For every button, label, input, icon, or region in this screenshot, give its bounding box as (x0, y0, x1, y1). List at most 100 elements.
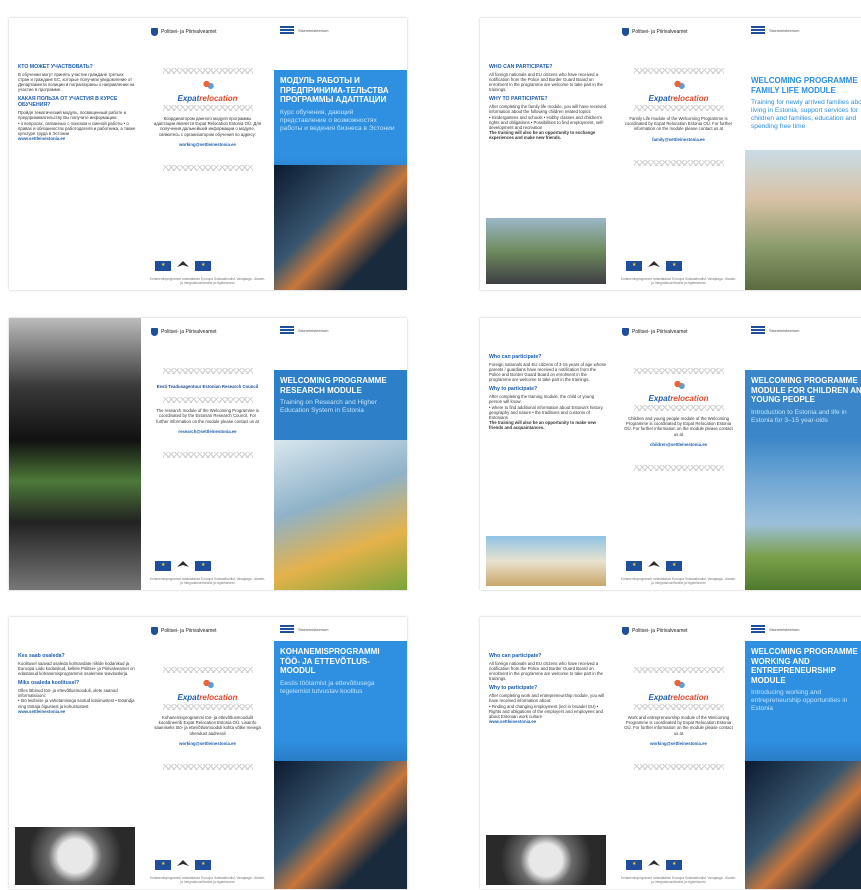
funding-logos (155, 261, 211, 271)
expat-logo-text: Expatrelocation (153, 94, 262, 103)
eu-flag-icon (666, 261, 682, 271)
cover-hero: WELCOMING PROGRAMME FAMILY LIFE MODULE T… (745, 70, 861, 290)
brochure-sheet-en-work: Who can participate? All foreign nationa… (480, 617, 861, 889)
pattern-divider (162, 764, 253, 771)
left-panel: КТО МОЖЕТ УЧАСТВОВАТЬ? В обучении могут … (9, 18, 141, 290)
contact-email-link[interactable]: working@settleinestonia.ee (179, 142, 236, 147)
ministry-label: Siseministeerium (769, 627, 800, 632)
left-panel (9, 318, 141, 590)
estonia-logo: Siseministeerium (280, 625, 328, 634)
funding-logos (626, 261, 682, 271)
body-list: • Kindergartens and schools • Hobby clas… (489, 114, 604, 130)
cover-title: МОДУЛЬ РАБОТЫ И ПРЕДПРИНИМА-ТЕЛЬСТВА ПРО… (280, 76, 389, 104)
eu-flag-icon (626, 860, 642, 870)
coordinator-info: Children and young people module of the … (624, 416, 733, 437)
eu-flag-icon (155, 561, 171, 571)
eu-flag-icon (195, 860, 211, 870)
estonia-bars-icon (280, 26, 294, 35)
left-panel: Kes saab osaleda? Koolitusel saavad osal… (9, 617, 141, 889)
website-link[interactable]: www.settleinestonia.ee (489, 719, 607, 724)
body-text: All foreign nationals and EU citizens wh… (489, 72, 603, 93)
bird-icon (648, 561, 660, 567)
contact-email-link[interactable]: working@settleinestonia.ee (179, 741, 236, 746)
shield-icon (622, 627, 629, 635)
logo-main: Expat (177, 693, 200, 702)
ministry-name: Politsei- ja Piirivalveamet (161, 628, 217, 634)
contact-email-link[interactable]: working@settleinestonia.ee (650, 741, 707, 746)
ministry-name: Politsei- ja Piirivalveamet (161, 29, 217, 35)
logo-accent: relocation (670, 394, 709, 403)
body-text: Koolitusel saavad osaleda kolmandate rii… (18, 661, 135, 677)
pattern-divider (633, 105, 724, 111)
research-council-logo: Eesti Teadusagentuur Estonian Research C… (156, 384, 259, 389)
estonia-logo: Siseministeerium (751, 326, 799, 335)
eu-flag-icon (195, 561, 211, 571)
footer-note: Kohanemisprogrammi rahastatakse Euroopa … (620, 277, 737, 285)
body-text: All foreign nationals and EU citizens wh… (489, 661, 603, 682)
pattern-divider (633, 68, 724, 74)
logo-accent: relocation (199, 693, 238, 702)
question-heading: Why to participate? (489, 685, 538, 692)
question-heading: WHY TO PARTICIPATE? (489, 96, 548, 103)
middle-panel: Politsei- ja Piirivalveamet Expatrelocat… (612, 318, 745, 590)
cover-photo (274, 165, 407, 290)
estonia-bars-icon (280, 625, 294, 634)
expat-logo-text: Expatrelocation (624, 394, 733, 403)
expat-logo-icon (200, 679, 215, 689)
expat-logo-text: Expatrelocation (153, 693, 262, 702)
left-text-block: Who can participate? Foreign nationals a… (489, 350, 607, 430)
estonia-logo: Siseministeerium (280, 26, 328, 35)
contact-email-link[interactable]: children@settleinestonia.ee (650, 442, 707, 447)
eu-flag-icon (626, 561, 642, 571)
website-link[interactable]: www.settleinestonia.ee (18, 136, 136, 141)
coordinator-info: Координатором данного модуля программы а… (153, 116, 262, 137)
cover-panel: Siseministeerium WELCOMING PROGRAMME WOR… (745, 617, 861, 889)
cover-hero: KOHANEMISPROGRAMMI TÖÖ- JA ETTEVÕTLUS-MO… (274, 641, 407, 889)
family-photo (486, 218, 606, 284)
estonia-bars-icon (751, 26, 765, 35)
body-list: • Finding and changing employment (incl … (489, 703, 603, 719)
cover-title: WELCOMING PROGRAMME FAMILY LIFE MODULE (751, 76, 858, 95)
cover-text: МОДУЛЬ РАБОТЫ И ПРЕДПРИНИМА-ТЕЛЬСТВА ПРО… (280, 76, 398, 133)
cover-panel: Siseministeerium WELCOMING PROGRAMME MOD… (745, 318, 861, 590)
cover-text: WELCOMING PROGRAMME WORKING AND ENTREPRE… (751, 647, 861, 713)
coordinator-block: Expatrelocation Work and entrepreneurshi… (624, 667, 733, 771)
pattern-divider (633, 667, 724, 673)
ministry-logo: Politsei- ja Piirivalveamet (151, 627, 217, 635)
cover-photo (274, 761, 407, 889)
question-heading: Why to participate? (489, 386, 538, 393)
expat-logo-icon (200, 80, 215, 90)
contact-email-link[interactable]: research@settleinestonia.ee (178, 429, 236, 434)
body-text: After completing work and entrepreneursh… (489, 693, 605, 704)
cover-panel: Siseministeerium WELCOMING PROGRAMME FAM… (745, 18, 861, 290)
body-list: • where to find additional information a… (489, 404, 604, 420)
logo-main: Expat (648, 94, 671, 103)
footer-note: Kohanemisprogrammi rahastatakse Euroopa … (149, 876, 266, 884)
ministry-label: Siseministeerium (769, 28, 800, 33)
pattern-divider (162, 704, 253, 710)
left-text-block: Kes saab osaleda? Koolitusel saavad osal… (18, 649, 136, 714)
footer-note: Kohanemisprogrammi rahastatakse Euroopa … (620, 577, 737, 585)
cover-hero: WELCOMING PROGRAMME MODULE FOR CHILDREN … (745, 370, 861, 590)
contact-email-link[interactable]: family@settleinestonia.ee (652, 137, 705, 142)
left-text-block: Who can participate? All foreign nationa… (489, 649, 607, 724)
eu-flag-icon (666, 860, 682, 870)
ministry-name: Politsei- ja Piirivalveamet (632, 329, 688, 335)
cover-text: WELCOMING PROGRAMME RESEARCH MODULE Trai… (280, 376, 398, 415)
question-heading: Miks osaleda koolitusel? (18, 680, 80, 687)
closing-note: The training will also be an opportunity… (489, 419, 596, 430)
pattern-divider (162, 397, 253, 404)
pattern-divider (162, 68, 253, 74)
ministry-label: Siseministeerium (298, 627, 329, 632)
bird-icon (648, 860, 660, 866)
coordinator-info: The research module of the Welcoming Pro… (156, 408, 259, 424)
coordinator-block: Expatrelocation Kohanemisprogrammi töö- … (153, 667, 262, 771)
cover-photo (274, 440, 407, 590)
body-text: Olles läbinud töö- ja ettevõtlusmooduli,… (18, 688, 118, 699)
cover-text: KOHANEMISPROGRAMMI TÖÖ- JA ETTEVÕTLUS-MO… (280, 647, 398, 696)
body-text: В обучении могут принять участие граждан… (18, 72, 135, 93)
website-link[interactable]: www.settleinestonia.ee (18, 709, 136, 714)
left-panel: Who can participate? All foreign nationa… (480, 617, 612, 889)
cover-subtitle: Курс обучения, дающий представление о во… (280, 108, 395, 132)
ministry-logo: Politsei- ja Piirivalveamet (622, 328, 688, 336)
